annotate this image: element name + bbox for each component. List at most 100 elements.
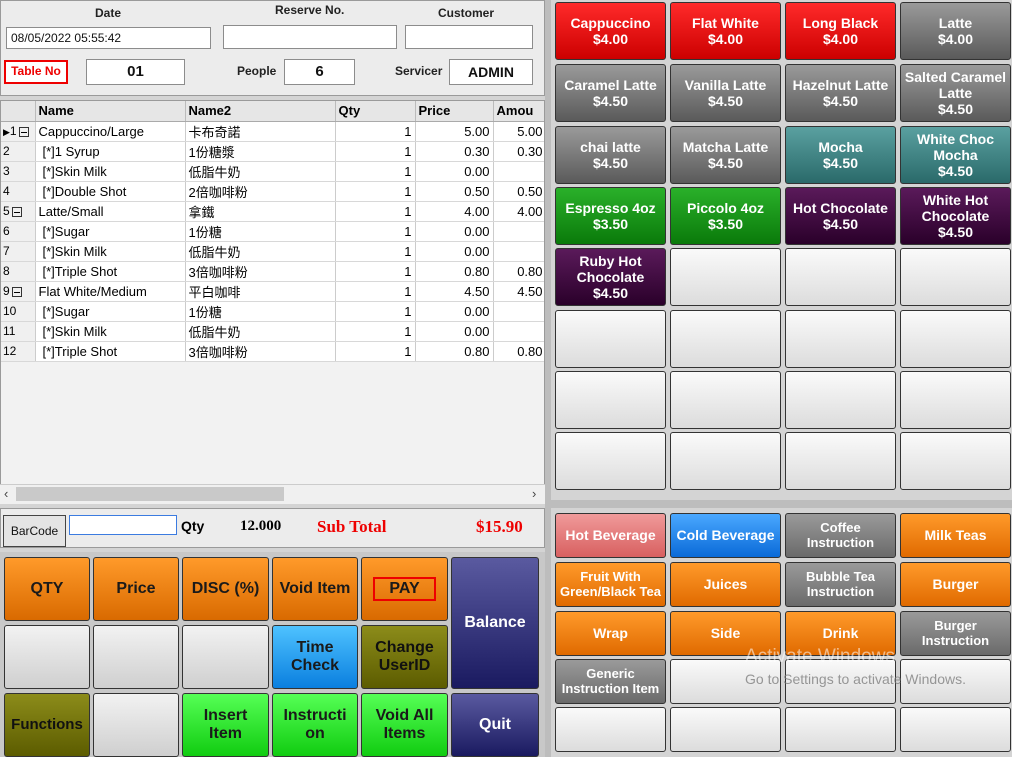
scrollbar-thumb[interactable] [16,487,284,501]
row-index-cell[interactable]: 12 [1,341,36,362]
col-header-name2[interactable]: Name2 [185,101,336,122]
item-qty-cell[interactable]: 1 [335,161,416,182]
item-name2-cell[interactable]: 低脂牛奶 [185,321,336,342]
menu-item-button[interactable]: Hot Chocolate $4.50 [785,187,896,245]
table-row[interactable]: 12 [*]Triple Shot 3倍咖啡粉 1 0.80 0.80 [1,341,544,362]
menu-item-button[interactable]: Ruby Hot Chocolate $4.50 [555,248,666,306]
row-index-cell[interactable]: 6 [1,221,36,242]
item-name2-cell[interactable]: 卡布奇諾 [185,121,336,142]
item-name2-cell[interactable]: 1份糖漿 [185,141,336,162]
item-name2-cell[interactable]: 平白咖啡 [185,281,336,302]
menu-item-button[interactable]: Latte $4.00 [900,2,1011,60]
table-row[interactable]: ▶1 Cappuccino/Large 卡布奇諾 1 5.00 5.00 [1,121,544,142]
menu-item-button[interactable]: Espresso 4oz $3.50 [555,187,666,245]
functions-button[interactable]: Functions [4,693,90,757]
table-row[interactable]: 10 [*]Sugar 1份糖 1 0.00 [1,301,544,322]
horizontal-splitter[interactable] [551,500,1012,508]
row-index-cell[interactable]: 7 [1,241,36,262]
category-button[interactable]: Burger Instruction [900,611,1011,656]
item-price-cell[interactable]: 0.00 [415,301,494,322]
menu-empty-slot[interactable] [670,310,781,368]
item-name2-cell[interactable]: 1份糖 [185,221,336,242]
menu-empty-slot[interactable] [670,248,781,306]
menu-empty-slot[interactable] [900,432,1011,490]
discount-button[interactable]: DISC (%) [182,557,269,621]
menu-empty-slot[interactable] [555,310,666,368]
table-row[interactable]: 4 [*]Double Shot 2倍咖啡粉 1 0.50 0.50 [1,181,544,202]
item-name-cell[interactable]: [*]Sugar [35,301,186,322]
change-userid-button[interactable]: Change UserID [361,625,448,689]
item-name-cell[interactable]: [*]Sugar [35,221,186,242]
item-name2-cell[interactable]: 3倍咖啡粉 [185,341,336,362]
qty-button[interactable]: QTY [4,557,90,621]
row-index-cell[interactable]: 8 [1,261,36,282]
menu-empty-slot[interactable] [785,310,896,368]
menu-item-button[interactable]: Flat White $4.00 [670,2,781,60]
col-header-amount[interactable]: Amou [493,101,544,122]
row-index-cell[interactable]: 10 [1,301,36,322]
item-amount-cell[interactable]: 4.50 [493,281,544,302]
menu-empty-slot[interactable] [555,432,666,490]
item-price-cell[interactable]: 0.80 [415,261,494,282]
row-index-cell[interactable]: 5 [1,201,36,222]
category-button[interactable]: Juices [670,562,781,607]
menu-item-button[interactable]: chai latte $4.50 [555,126,666,184]
table-row[interactable]: 11 [*]Skin Milk 低脂牛奶 1 0.00 [1,321,544,342]
category-button[interactable]: Coffee Instruction [785,513,896,558]
category-button[interactable]: Fruit With Green/Black Tea [555,562,666,607]
item-price-cell[interactable]: 0.30 [415,141,494,162]
item-name2-cell[interactable]: 低脂牛奶 [185,241,336,262]
menu-empty-slot[interactable] [785,432,896,490]
scroll-right-icon[interactable]: › [532,486,536,501]
item-name2-cell[interactable]: 3倍咖啡粉 [185,261,336,282]
row-index-cell[interactable]: 2 [1,141,36,162]
empty-action-3[interactable] [182,625,269,689]
item-qty-cell[interactable]: 1 [335,281,416,302]
item-price-cell[interactable]: 5.00 [415,121,494,142]
menu-item-button[interactable]: White Choc Mocha $4.50 [900,126,1011,184]
table-row[interactable]: 2 [*]1 Syrup 1份糖漿 1 0.30 0.30 [1,141,544,162]
menu-empty-slot[interactable] [785,248,896,306]
item-qty-cell[interactable]: 1 [335,261,416,282]
barcode-button[interactable]: BarCode [3,515,66,547]
menu-item-button[interactable]: Matcha Latte $4.50 [670,126,781,184]
menu-item-button[interactable]: Mocha $4.50 [785,126,896,184]
quit-button[interactable]: Quit [451,693,539,757]
item-qty-cell[interactable]: 1 [335,201,416,222]
item-qty-cell[interactable]: 1 [335,181,416,202]
item-name-cell[interactable]: Latte/Small [35,201,186,222]
row-index-cell[interactable]: 4 [1,181,36,202]
item-name-cell[interactable]: [*]Skin Milk [35,241,186,262]
row-index-cell[interactable]: 9 [1,281,36,302]
item-qty-cell[interactable]: 1 [335,321,416,342]
item-name-cell[interactable]: [*]Triple Shot [35,341,186,362]
item-amount-cell[interactable]: 4.00 [493,201,544,222]
item-qty-cell[interactable]: 1 [335,241,416,262]
table-no-field[interactable]: 01 [86,59,185,85]
category-button[interactable]: Bubble Tea Instruction [785,562,896,607]
item-amount-cell[interactable] [493,301,544,322]
reserve-field[interactable] [223,25,397,49]
void-all-items-button[interactable]: Void All Items [361,693,448,757]
menu-item-button[interactable]: Long Black $4.00 [785,2,896,60]
table-row[interactable]: 9 Flat White/Medium 平白咖啡 1 4.50 4.50 [1,281,544,302]
menu-item-button[interactable]: Piccolo 4oz $3.50 [670,187,781,245]
item-name-cell[interactable]: [*]Skin Milk [35,161,186,182]
item-name-cell[interactable]: [*]1 Syrup [35,141,186,162]
table-row[interactable]: 5 Latte/Small 拿鐵 1 4.00 4.00 [1,201,544,222]
menu-empty-slot[interactable] [555,371,666,429]
menu-empty-slot[interactable] [785,371,896,429]
menu-item-button[interactable]: Vanilla Latte $4.50 [670,64,781,122]
item-qty-cell[interactable]: 1 [335,121,416,142]
vertical-splitter[interactable] [545,0,551,757]
servicer-field[interactable]: ADMIN [449,59,533,85]
collapse-icon[interactable] [11,286,22,297]
category-empty-slot[interactable] [785,707,896,752]
menu-item-button[interactable]: Caramel Latte $4.50 [555,64,666,122]
row-index-cell[interactable]: 3 [1,161,36,182]
item-amount-cell[interactable]: 0.50 [493,181,544,202]
category-button[interactable]: Milk Teas [900,513,1011,558]
table-row[interactable]: 6 [*]Sugar 1份糖 1 0.00 [1,221,544,242]
collapse-icon[interactable] [18,126,29,137]
void-item-button[interactable]: Void Item [272,557,358,621]
